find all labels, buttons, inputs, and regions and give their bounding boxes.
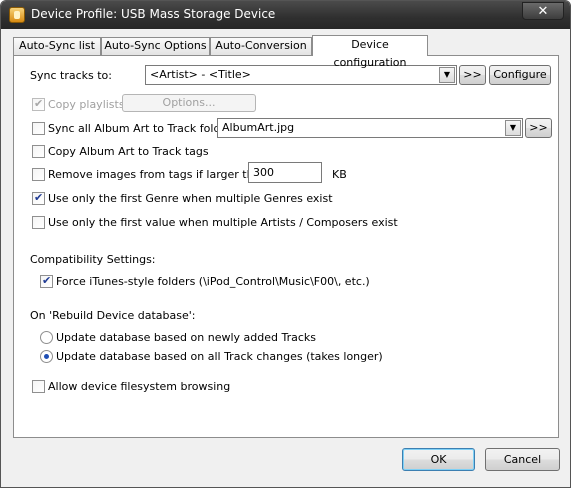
force-itunes-checkbox[interactable] xyxy=(40,274,53,288)
image-size-input[interactable]: 300 xyxy=(248,162,322,183)
sync-tracks-label: Sync tracks to: xyxy=(30,69,112,82)
remove-images-label: Remove images from tags if larger than: xyxy=(48,168,272,181)
device-configuration-panel: Sync tracks to: <Artist> - <Title> ▼ >> … xyxy=(13,55,559,438)
configure-button[interactable]: Configure xyxy=(489,65,551,85)
album-art-filename-combo[interactable]: AlbumArt.jpg ▼ xyxy=(217,118,523,138)
window-title: Device Profile: USB Mass Storage Device xyxy=(31,7,276,21)
rebuild-heading: On 'Rebuild Device database': xyxy=(30,309,196,322)
chevron-down-icon[interactable]: ▼ xyxy=(439,67,455,83)
rebuild-new-tracks-label: Update database based on newly added Tra… xyxy=(56,331,316,344)
playlist-options-button[interactable]: Options... xyxy=(122,94,256,112)
title-bar[interactable]: Device Profile: USB Mass Storage Device … xyxy=(1,1,570,29)
compatibility-heading: Compatibility Settings: xyxy=(30,253,156,266)
force-itunes-label: Force iTunes-style folders (\iPod_Contro… xyxy=(56,275,370,288)
tab-auto-conversion[interactable]: Auto-Conversion xyxy=(210,37,312,55)
first-value-label: Use only the first value when multiple A… xyxy=(48,216,398,229)
sync-album-art-label: Sync all Album Art to Track folders xyxy=(48,122,238,135)
sync-tracks-combo[interactable]: <Artist> - <Title> ▼ xyxy=(145,65,457,85)
copy-playlists-checkbox[interactable] xyxy=(32,97,45,111)
album-art-more-button[interactable]: >> xyxy=(525,118,552,138)
copy-album-art-checkbox[interactable] xyxy=(32,145,45,158)
copy-album-art-label: Copy Album Art to Track tags xyxy=(48,145,209,158)
rebuild-all-changes-label: Update database based on all Track chang… xyxy=(56,350,383,363)
dialog-window: Device Profile: USB Mass Storage Device … xyxy=(0,0,571,488)
image-size-value: 300 xyxy=(253,166,274,179)
remove-images-checkbox[interactable] xyxy=(32,168,45,181)
filesystem-browsing-checkbox[interactable] xyxy=(32,380,45,393)
sync-album-art-checkbox[interactable] xyxy=(32,122,45,135)
cancel-button[interactable]: Cancel xyxy=(485,448,560,471)
copy-playlists-label: Copy playlists xyxy=(48,98,125,111)
rebuild-new-tracks-radio[interactable] xyxy=(40,331,53,344)
tab-auto-sync-options[interactable]: Auto-Sync Options xyxy=(101,37,210,55)
album-art-filename-value: AlbumArt.jpg xyxy=(222,121,295,134)
sync-tracks-more-button[interactable]: >> xyxy=(459,65,486,85)
filesystem-browsing-label: Allow device filesystem browsing xyxy=(48,380,231,393)
chevron-down-icon[interactable]: ▼ xyxy=(505,120,521,136)
first-genre-label: Use only the first Genre when multiple G… xyxy=(48,192,333,205)
first-genre-checkbox[interactable] xyxy=(32,191,45,205)
tab-auto-sync-list[interactable]: Auto-Sync list xyxy=(13,37,101,55)
tab-device-configuration[interactable]: Device configuration xyxy=(312,35,428,69)
ok-button[interactable]: OK xyxy=(402,448,475,471)
rebuild-all-changes-radio[interactable] xyxy=(40,350,53,363)
close-button[interactable]: ✕ xyxy=(522,2,564,20)
image-size-unit: KB xyxy=(332,168,347,181)
app-icon xyxy=(9,7,25,23)
first-value-checkbox[interactable] xyxy=(32,216,45,229)
sync-tracks-value: <Artist> - <Title> xyxy=(150,68,251,81)
